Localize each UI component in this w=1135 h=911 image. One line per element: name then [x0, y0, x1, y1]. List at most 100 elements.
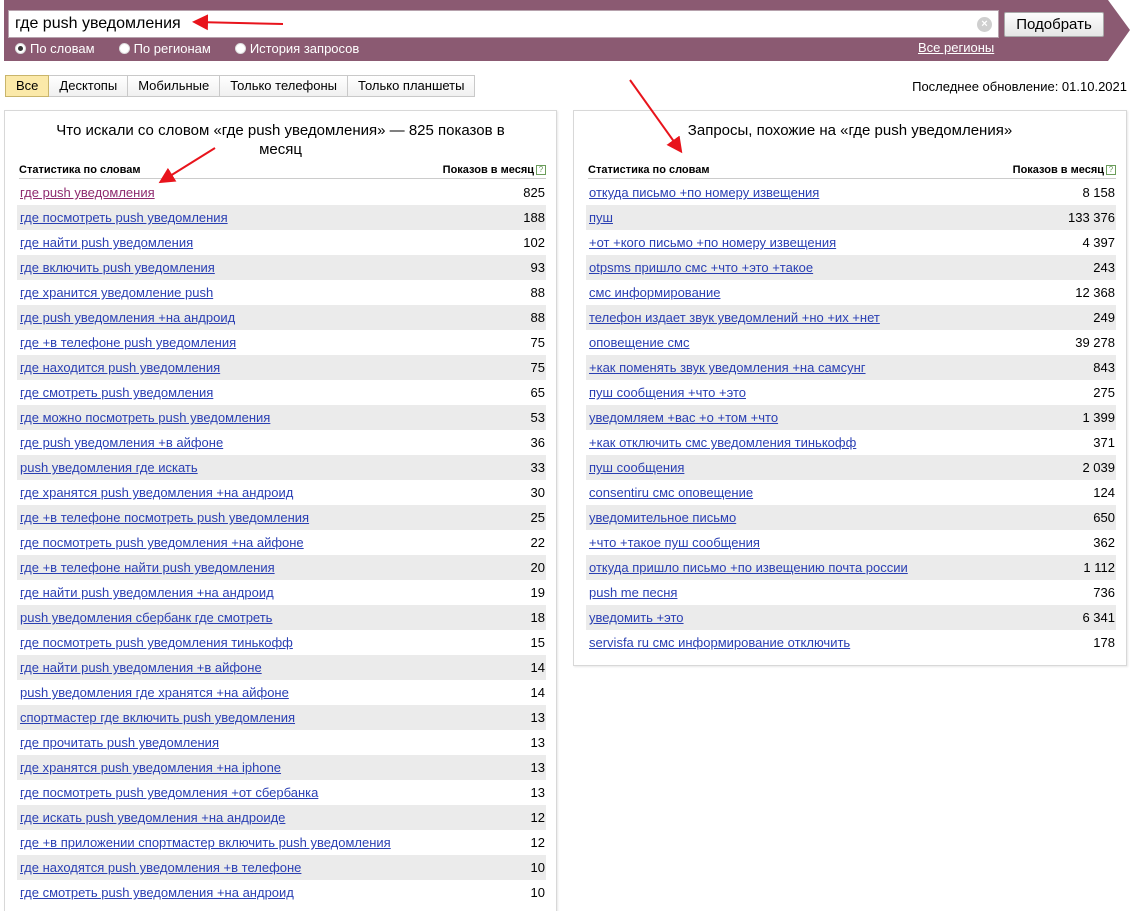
phrase-link[interactable]: push уведомления где хранятся +на айфоне — [20, 685, 289, 700]
impressions-count: 14 — [530, 685, 545, 700]
phrase-link[interactable]: где прочитать push уведомления — [20, 735, 219, 750]
last-update-text: Последнее обновление: 01.10.2021 — [912, 79, 1127, 94]
phrase-link[interactable]: телефон издает звук уведомлений +но +их … — [589, 310, 880, 325]
table-row: где +в телефоне push уведомления 75 — [17, 330, 546, 355]
table-row: где хранятся push уведомления +на андрои… — [17, 480, 546, 505]
impressions-count: 371 — [1093, 435, 1115, 450]
phrase-link[interactable]: пуш — [589, 210, 613, 225]
table-row: где посмотреть push уведомления тинькофф… — [17, 630, 546, 655]
impressions-count: 13 — [530, 735, 545, 750]
all-regions-link[interactable]: Все регионы — [918, 40, 994, 55]
phrase-link[interactable]: где найти push уведомления +в айфоне — [20, 660, 262, 675]
phrase-link[interactable]: пуш сообщения — [589, 460, 684, 475]
phrase-link[interactable]: push уведомления сбербанк где смотреть — [20, 610, 272, 625]
phrase-link[interactable]: оповещение смс — [589, 335, 690, 350]
phrase-link[interactable]: push me песня — [589, 585, 677, 600]
table-row: смс информирование 12 368 — [586, 280, 1116, 305]
phrase-link[interactable]: пуш сообщения +что +это — [589, 385, 746, 400]
table-row: уведомить +это 6 341 — [586, 605, 1116, 630]
radio-icon[interactable] — [15, 43, 26, 54]
search-field[interactable]: где push уведомления × — [8, 10, 999, 38]
clear-icon[interactable]: × — [977, 17, 992, 32]
phrase-link[interactable]: откуда письмо +по номеру извещения — [589, 185, 819, 200]
impressions-count: 12 — [530, 835, 545, 850]
table-row: где посмотреть push уведомления 188 — [17, 205, 546, 230]
phrase-link[interactable]: где найти push уведомления +на андроид — [20, 585, 274, 600]
phrase-link[interactable]: +что +такое пуш сообщения — [589, 535, 760, 550]
impressions-count: 249 — [1093, 310, 1115, 325]
phrase-link[interactable]: +как поменять звук уведомления +на самсу… — [589, 360, 866, 375]
phrase-link[interactable]: где посмотреть push уведомления тинькофф — [20, 635, 293, 650]
words-panel: Что искали со словом «где push уведомлен… — [4, 110, 557, 911]
phrase-link[interactable]: где хранится уведомление push — [20, 285, 213, 300]
search-band: где push уведомления × Подобрать По слов… — [4, 0, 1135, 61]
mode-by-words[interactable]: По словам — [15, 41, 95, 56]
tab-tablets-only[interactable]: Только планшеты — [348, 75, 476, 97]
phrase-link[interactable]: push уведомления где искать — [20, 460, 198, 475]
phrase-link[interactable]: где push уведомления — [20, 185, 155, 200]
search-input[interactable]: где push уведомления — [15, 15, 181, 33]
phrase-link[interactable]: где посмотреть push уведомления — [20, 210, 228, 225]
device-tabs: Все Десктопы Мобильные Только телефоны Т… — [5, 75, 476, 97]
table-row: где смотреть push уведомления 65 — [17, 380, 546, 405]
phrase-link[interactable]: где +в телефоне посмотреть push уведомле… — [20, 510, 309, 525]
phrase-link[interactable]: уведомляем +вас +о +том +что — [589, 410, 778, 425]
phrase-link[interactable]: где хранятся push уведомления +на iphone — [20, 760, 281, 775]
phrase-link[interactable]: где смотреть push уведомления — [20, 385, 213, 400]
phrase-link[interactable]: уведомить +это — [589, 610, 684, 625]
table-row: где найти push уведомления 102 — [17, 230, 546, 255]
phrase-link[interactable]: смс информирование — [589, 285, 720, 300]
impressions-count: 124 — [1093, 485, 1115, 500]
phrase-link[interactable]: consentiru смс оповещение — [589, 485, 753, 500]
impressions-count: 15 — [530, 635, 545, 650]
tab-all[interactable]: Все — [5, 75, 50, 97]
phrase-link[interactable]: где посмотреть push уведомления +на айфо… — [20, 535, 304, 550]
impressions-count: 33 — [530, 460, 545, 475]
phrase-link[interactable]: где +в телефоне найти push уведомления — [20, 560, 275, 575]
table-row: пуш сообщения 2 039 — [586, 455, 1116, 480]
impressions-count: 25 — [530, 510, 545, 525]
phrase-link[interactable]: где найти push уведомления — [20, 235, 193, 250]
phrase-link[interactable]: где находятся push уведомления +в телефо… — [20, 860, 301, 875]
phrase-link[interactable]: servisfa ru смс информирование отключить — [589, 635, 850, 650]
phrase-link[interactable]: где включить push уведомления — [20, 260, 215, 275]
phrase-link[interactable]: +от +кого письмо +по номеру извещения — [589, 235, 836, 250]
phrase-link[interactable]: где находится push уведомления — [20, 360, 220, 375]
mode-label: История запросов — [249, 41, 360, 56]
table-header: Статистика по словам Показов в месяц? — [19, 164, 546, 179]
table-row: где находятся push уведомления +в телефо… — [17, 855, 546, 880]
help-icon[interactable]: ? — [536, 165, 546, 175]
phrase-link[interactable]: где +в приложении спортмастер включить p… — [20, 835, 391, 850]
phrase-link[interactable]: otpsms пришло смс +что +это +такое — [589, 260, 813, 275]
table-row: где искать push уведомления +на андроиде… — [17, 805, 546, 830]
table-row: где найти push уведомления +на андроид 19 — [17, 580, 546, 605]
help-icon[interactable]: ? — [1106, 165, 1116, 175]
phrase-link[interactable]: где смотреть push уведомления +на андрои… — [20, 885, 294, 900]
phrase-link[interactable]: откуда пришло письмо +по извещению почта… — [589, 560, 908, 575]
phrase-link[interactable]: +как отключить смс уведомления тинькофф — [589, 435, 856, 450]
phrase-link[interactable]: где хранятся push уведомления +на андрои… — [20, 485, 293, 500]
phrase-link[interactable]: где искать push уведомления +на андроиде — [20, 810, 285, 825]
phrase-link[interactable]: спортмастер где включить push уведомлени… — [20, 710, 295, 725]
phrase-link[interactable]: где можно посмотреть push уведомления — [20, 410, 270, 425]
submit-button[interactable]: Подобрать — [1004, 12, 1104, 37]
phrase-link[interactable]: где push уведомления +на андроид — [20, 310, 235, 325]
table-row: где прочитать push уведомления 13 — [17, 730, 546, 755]
mode-history[interactable]: История запросов — [234, 41, 360, 56]
phrase-link[interactable]: где push уведомления +в айфоне — [20, 435, 223, 450]
phrase-link[interactable]: уведомительное письмо — [589, 510, 736, 525]
tab-desktops[interactable]: Десктопы — [49, 75, 129, 97]
phrase-link[interactable]: где посмотреть push уведомления +от сбер… — [20, 785, 318, 800]
mode-by-regions[interactable]: По регионам — [118, 41, 211, 56]
column-header-count-label: Показов в месяц — [1012, 164, 1104, 176]
impressions-count: 20 — [530, 560, 545, 575]
table-row: consentiru смс оповещение 124 — [586, 480, 1116, 505]
table-row: где +в телефоне найти push уведомления 20 — [17, 555, 546, 580]
impressions-count: 275 — [1093, 385, 1115, 400]
radio-icon[interactable] — [234, 43, 246, 54]
tab-mobile[interactable]: Мобильные — [128, 75, 221, 97]
radio-icon[interactable] — [118, 43, 130, 54]
tab-phones-only[interactable]: Только телефоны — [220, 75, 349, 97]
phrase-link[interactable]: где +в телефоне push уведомления — [20, 335, 236, 350]
search-mode-group: По словам По регионам История запросов — [15, 41, 383, 56]
